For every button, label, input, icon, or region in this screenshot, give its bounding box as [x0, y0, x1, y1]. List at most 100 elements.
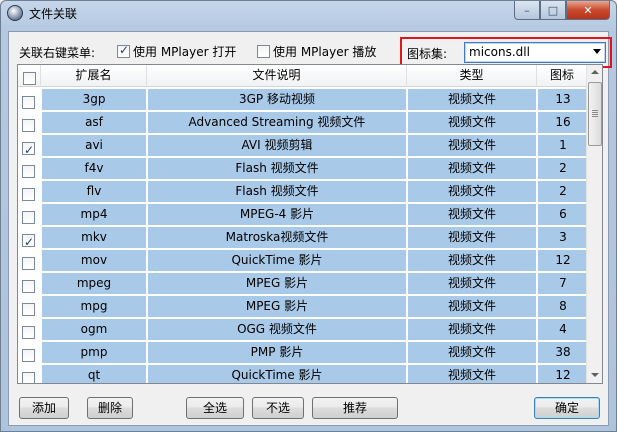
row-checkbox-cell[interactable] — [18, 296, 40, 317]
scroll-thumb[interactable] — [588, 82, 602, 146]
app-icon — [7, 5, 23, 21]
row-checkbox-cell[interactable] — [18, 365, 40, 383]
dropdown-arrow-icon[interactable] — [593, 49, 601, 54]
row-description: Flash 视频文件 — [148, 181, 406, 202]
row-checkbox-cell[interactable] — [18, 135, 40, 161]
row-checkbox[interactable] — [22, 211, 35, 224]
table-row[interactable]: aviAVI 视频剪辑视频文件1 — [18, 134, 588, 161]
header-type[interactable]: 类型 — [407, 65, 537, 87]
delete-button[interactable]: 删除 — [87, 397, 133, 419]
header-description[interactable]: 文件说明 — [147, 65, 407, 87]
header-select-all-cell[interactable] — [18, 65, 41, 87]
maximize-button[interactable]: □ — [540, 1, 566, 20]
row-type: 视频文件 — [408, 342, 536, 363]
row-description: Advanced Streaming 视频文件 — [148, 112, 406, 133]
row-description: AVI 视频剪辑 — [148, 135, 406, 156]
row-checkbox-cell[interactable] — [18, 112, 40, 133]
row-extension: mkv — [42, 227, 146, 248]
header-icon[interactable]: 图标 — [537, 65, 588, 87]
open-with-mplayer-checkbox[interactable] — [117, 43, 130, 58]
play-with-mplayer-label: 使用 MPlayer 播放 — [273, 45, 377, 59]
play-with-mplayer-checkbox[interactable] — [257, 45, 270, 58]
recommend-button[interactable]: 推荐 — [312, 397, 398, 419]
row-description: QuickTime 影片 — [148, 250, 406, 271]
vertical-scrollbar[interactable] — [586, 65, 602, 383]
row-extension: 3gp — [42, 89, 146, 110]
close-icon: ✕ — [583, 3, 593, 17]
row-checkbox-cell[interactable] — [18, 181, 40, 202]
table-row[interactable]: mov QuickTime 影片 视频文件 12 — [18, 249, 588, 272]
row-checkbox[interactable] — [22, 140, 35, 161]
row-checkbox-cell[interactable] — [18, 342, 40, 363]
row-checkbox-cell[interactable] — [18, 158, 40, 179]
minimize-icon: – — [524, 3, 530, 17]
table-row[interactable]: flv Flash 视频文件 视频文件 2 — [18, 180, 588, 203]
row-checkbox-cell[interactable] — [18, 319, 40, 340]
ok-button[interactable]: 确定 — [534, 397, 600, 419]
play-with-mplayer-option[interactable]: 使用 MPlayer 播放 — [257, 43, 376, 60]
minimize-button[interactable]: – — [514, 1, 540, 20]
file-association-window: 文件关联 – □ ✕ 关联右键菜单: 使用 MPlayer 打开 使用 MPla… — [0, 0, 617, 432]
table-row[interactable]: mpg MPEG 影片 视频文件 8 — [18, 295, 588, 318]
row-description: Matroska视频文件 — [148, 227, 406, 248]
open-with-mplayer-option[interactable]: 使用 MPlayer 打开 — [117, 43, 236, 60]
table-row[interactable]: mp4 MPEG-4 影片 视频文件 6 — [18, 203, 588, 226]
dialog-client-area: 关联右键菜单: 使用 MPlayer 打开 使用 MPlayer 播放 图标集:… — [8, 31, 612, 426]
table-row[interactable]: ogm OGG 视频文件 视频文件 4 — [18, 318, 588, 341]
add-button[interactable]: 添加 — [19, 397, 69, 419]
row-extension: qt — [42, 365, 146, 383]
open-with-mplayer-label: 使用 MPlayer 打开 — [133, 45, 237, 59]
row-checkbox[interactable] — [22, 119, 35, 132]
row-checkbox[interactable] — [22, 349, 35, 362]
row-type: 视频文件 — [408, 112, 536, 133]
row-checkbox[interactable] — [22, 96, 35, 109]
table-row[interactable]: mpeg MPEG 影片 视频文件 7 — [18, 272, 588, 295]
row-checkbox[interactable] — [22, 165, 35, 178]
row-checkbox-cell[interactable] — [18, 89, 40, 110]
row-description: PMP 影片 — [148, 342, 406, 363]
row-extension: ogm — [42, 319, 146, 340]
row-icon-index: 8 — [538, 296, 588, 317]
row-checkbox-cell[interactable] — [18, 227, 40, 253]
row-type: 视频文件 — [408, 365, 536, 383]
select-none-button[interactable]: 不选 — [252, 397, 304, 419]
table-row[interactable]: mkvMatroska视频文件视频文件3 — [18, 226, 588, 253]
list-rows: 3gp 3GP 移动视频 视频文件 13 asf Advanced Streaming 视… — [18, 88, 588, 383]
table-row[interactable]: pmp PMP 影片 视频文件 38 — [18, 341, 588, 364]
header-select-all-checkbox[interactable] — [22, 72, 36, 85]
row-extension: avi — [42, 135, 146, 156]
row-checkbox[interactable] — [22, 372, 35, 383]
caption-buttons: – □ ✕ — [514, 1, 610, 20]
row-icon-index: 2 — [538, 181, 588, 202]
row-checkbox[interactable] — [22, 188, 35, 201]
file-type-list[interactable]: 扩展名 文件说明 类型 图标 3gp 3GP 移动视频 视频文件 13 asf Advan… — [17, 64, 603, 384]
scroll-down-icon[interactable] — [587, 367, 602, 383]
select-all-button[interactable]: 全选 — [186, 397, 244, 419]
table-row[interactable]: asf Advanced Streaming 视频文件 视频文件 16 — [18, 111, 588, 134]
maximize-icon: □ — [547, 3, 559, 17]
row-checkbox[interactable] — [22, 280, 35, 293]
table-row[interactable]: 3gp 3GP 移动视频 视频文件 13 — [18, 88, 588, 111]
header-extension[interactable]: 扩展名 — [41, 65, 147, 87]
row-checkbox[interactable] — [22, 326, 35, 339]
table-row[interactable]: f4v Flash 视频文件 视频文件 2 — [18, 157, 588, 180]
row-checkbox[interactable] — [22, 303, 35, 316]
row-icon-index: 12 — [538, 365, 588, 383]
row-description: OGG 视频文件 — [148, 319, 406, 340]
row-type: 视频文件 — [408, 158, 536, 179]
close-button[interactable]: ✕ — [566, 1, 610, 20]
table-row[interactable]: qt QuickTime 影片 视频文件 12 — [18, 364, 588, 383]
row-checkbox[interactable] — [22, 257, 35, 270]
title-bar[interactable]: 文件关联 – □ ✕ — [1, 1, 616, 27]
row-checkbox-cell[interactable] — [18, 204, 40, 225]
iconset-select[interactable]: micons.dll — [464, 42, 606, 63]
iconset-label: 图标集: — [407, 47, 448, 61]
row-description: MPEG 影片 — [148, 273, 406, 294]
row-extension: mov — [42, 250, 146, 271]
row-checkbox-cell[interactable] — [18, 273, 40, 294]
scroll-up-icon[interactable] — [587, 65, 602, 81]
row-extension: flv — [42, 181, 146, 202]
row-checkbox-cell[interactable] — [18, 250, 40, 271]
row-extension: mp4 — [42, 204, 146, 225]
row-checkbox[interactable] — [22, 232, 35, 253]
